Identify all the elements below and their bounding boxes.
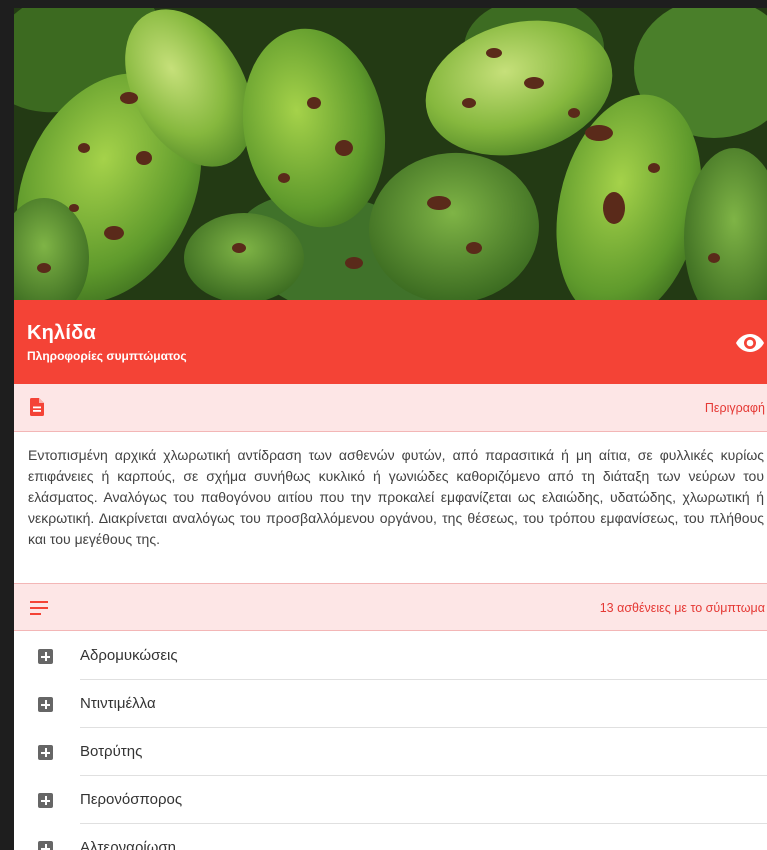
diseases-section-bar[interactable]: 13 ασθένειες με το σύμπτωμα xyxy=(14,583,767,631)
disease-label: Περονόσπορος xyxy=(80,791,183,808)
list-item[interactable]: Ντιντιμέλλα xyxy=(14,680,767,728)
expand-plus-icon[interactable] xyxy=(38,697,53,712)
description-section-bar[interactable]: Περιγραφή xyxy=(14,384,767,432)
disease-label: Βοτρύτης xyxy=(80,743,143,760)
expand-plus-icon[interactable] xyxy=(38,793,53,808)
disease-label: Ντιντιμέλλα xyxy=(80,695,156,712)
expand-plus-icon[interactable] xyxy=(38,841,53,850)
app-frame: Κηλίδα Πληροφορίες συμπτώματος Περιγραφή… xyxy=(14,8,767,850)
description-label: Περιγραφή xyxy=(704,401,765,415)
page-title: Κηλίδα xyxy=(27,322,96,344)
expand-plus-icon[interactable] xyxy=(38,649,53,664)
list-item[interactable]: Περονόσπορος xyxy=(14,776,767,824)
eye-icon[interactable] xyxy=(735,332,765,354)
disease-label: Αδρομυκώσεις xyxy=(80,647,178,664)
diseases-count-label: 13 ασθένειες με το σύμπτωμα xyxy=(599,601,765,615)
expand-plus-icon[interactable] xyxy=(38,745,53,760)
symptom-header: Κηλίδα Πληροφορίες συμπτώματος xyxy=(14,300,767,384)
document-icon xyxy=(30,398,44,416)
list-item[interactable]: Αλτερναρίωση xyxy=(14,824,767,850)
disease-label: Αλτερναρίωση xyxy=(80,839,176,850)
list-icon xyxy=(30,601,48,615)
page-subtitle: Πληροφορίες συμπτώματος xyxy=(27,349,187,363)
disease-list: Αδρομυκώσεις Ντιντιμέλλα Βοτρύτης Περονό… xyxy=(14,632,767,850)
symptom-photo xyxy=(14,8,767,300)
list-item[interactable]: Αδρομυκώσεις xyxy=(14,632,767,680)
list-item[interactable]: Βοτρύτης xyxy=(14,728,767,776)
symptom-description: Εντοπισμένη αρχικά χλωρωτική αντίδραση τ… xyxy=(28,447,764,547)
